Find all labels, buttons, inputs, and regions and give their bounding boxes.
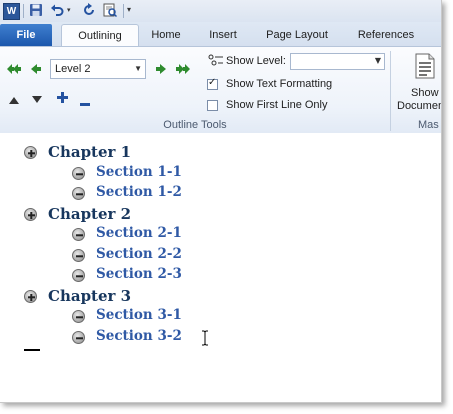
outline-heading2-row[interactable]: Section 2-1: [0, 225, 420, 246]
demote-icon[interactable]: [155, 63, 167, 75]
outline-plus-icon[interactable]: [24, 146, 37, 159]
outline-minus-icon[interactable]: [72, 269, 85, 282]
move-up-icon[interactable]: [9, 94, 19, 104]
tab-file[interactable]: File: [0, 24, 52, 46]
outline-minus-icon[interactable]: [72, 228, 85, 241]
outline-heading2-row[interactable]: Section 2-2: [0, 245, 420, 267]
outline-heading2-row[interactable]: Section 1-2: [0, 184, 420, 205]
promote-to-heading1-icon[interactable]: [6, 63, 22, 75]
show-level-icon: [208, 54, 224, 68]
outline-tools-group-label: Outline Tools: [163, 119, 227, 131]
show-document-label-1: Show: [411, 87, 439, 99]
expand-icon[interactable]: [57, 92, 68, 103]
outline-minus-icon[interactable]: [72, 248, 85, 262]
outline-heading2-row[interactable]: Section 2-3: [0, 266, 420, 287]
quick-access-toolbar: W ▾ ▾: [0, 0, 441, 23]
show-first-line-only-checkbox[interactable]: [207, 100, 218, 111]
section-heading: Section 1-2: [96, 184, 182, 200]
section-heading: Section 2-1: [96, 225, 182, 241]
chapter-heading: Chapter 3: [48, 286, 132, 305]
word-window: W ▾ ▾ File Outlining Home Insert Page La…: [0, 0, 442, 403]
outline-minus-icon[interactable]: [72, 187, 85, 200]
undo-dropdown-icon[interactable]: ▾: [67, 3, 73, 17]
ribbon-tabs: File Outlining Home Insert Page Layout R…: [0, 22, 441, 47]
section-heading: Section 3-2: [96, 327, 182, 344]
show-first-line-only-label[interactable]: Show First Line Only: [226, 99, 327, 111]
outline-minus-icon[interactable]: [72, 310, 85, 323]
outline-heading2-row[interactable]: Section 1-1: [0, 163, 420, 185]
move-down-icon[interactable]: [32, 94, 42, 103]
end-of-document-mark: [24, 349, 40, 351]
customize-toolbar-icon[interactable]: ▾: [127, 3, 135, 17]
show-level-label: Show Level:: [226, 55, 286, 67]
tab-outlining[interactable]: Outlining: [61, 24, 139, 47]
show-text-formatting-checkbox[interactable]: [207, 77, 218, 90]
repeat-icon[interactable]: [82, 3, 96, 17]
text-cursor-icon: [201, 330, 209, 346]
outline-heading1-row[interactable]: Chapter 3: [0, 286, 420, 308]
show-text-formatting-label[interactable]: Show Text Formatting: [226, 78, 332, 90]
tab-insert[interactable]: Insert: [198, 24, 248, 46]
toolbar-separator: [123, 4, 124, 18]
tab-home[interactable]: Home: [143, 24, 189, 46]
outline-heading2-row[interactable]: Section 3-1: [0, 307, 420, 328]
group-separator: [390, 51, 391, 131]
show-document-icon[interactable]: [414, 53, 436, 79]
document-outline-area[interactable]: Chapter 1 Section 1-1 Section 1-2 Chapter 2…: [0, 133, 441, 402]
show-document-button[interactable]: Show Documen: [397, 87, 442, 113]
chapter-heading: Chapter 2: [48, 204, 132, 223]
outline-level-select[interactable]: Level 2 ▼: [50, 59, 146, 79]
undo-icon[interactable]: [50, 3, 64, 17]
print-preview-icon[interactable]: [103, 3, 118, 18]
demote-to-body-text-icon[interactable]: [175, 63, 191, 75]
section-heading: Section 1-1: [96, 163, 182, 180]
collapse-icon[interactable]: [80, 96, 90, 106]
section-heading: Section 3-1: [96, 307, 182, 323]
outline-minus-icon[interactable]: [72, 166, 85, 180]
save-icon[interactable]: [29, 3, 43, 17]
outline-heading1-row[interactable]: Chapter 1: [0, 143, 420, 164]
outline-heading2-row[interactable]: Section 3-2: [0, 327, 420, 349]
word-app-icon[interactable]: W: [3, 3, 20, 20]
outline-level-value: Level 2: [55, 63, 91, 75]
outline-heading1-row[interactable]: Chapter 2: [0, 204, 420, 226]
section-heading: Section 2-3: [96, 266, 182, 282]
ribbon-outlining: Level 2 ▼ Show Level: ▼ Show Text: [0, 46, 441, 134]
show-level-select[interactable]: ▼: [290, 53, 385, 70]
tab-references[interactable]: References: [348, 24, 424, 46]
chevron-down-icon: ▼: [374, 56, 381, 65]
chevron-down-icon: ▼: [134, 64, 142, 73]
outline-minus-icon[interactable]: [72, 330, 85, 344]
chapter-heading: Chapter 1: [48, 143, 132, 161]
show-document-label-2: Documen: [397, 100, 442, 112]
outline-plus-icon[interactable]: [24, 289, 37, 303]
promote-icon[interactable]: [30, 63, 42, 75]
outline-plus-icon[interactable]: [24, 207, 37, 221]
tab-page-layout[interactable]: Page Layout: [256, 24, 338, 46]
master-document-group-label: Mas: [418, 119, 439, 131]
toolbar-separator: [23, 4, 24, 18]
section-heading: Section 2-2: [96, 245, 182, 262]
